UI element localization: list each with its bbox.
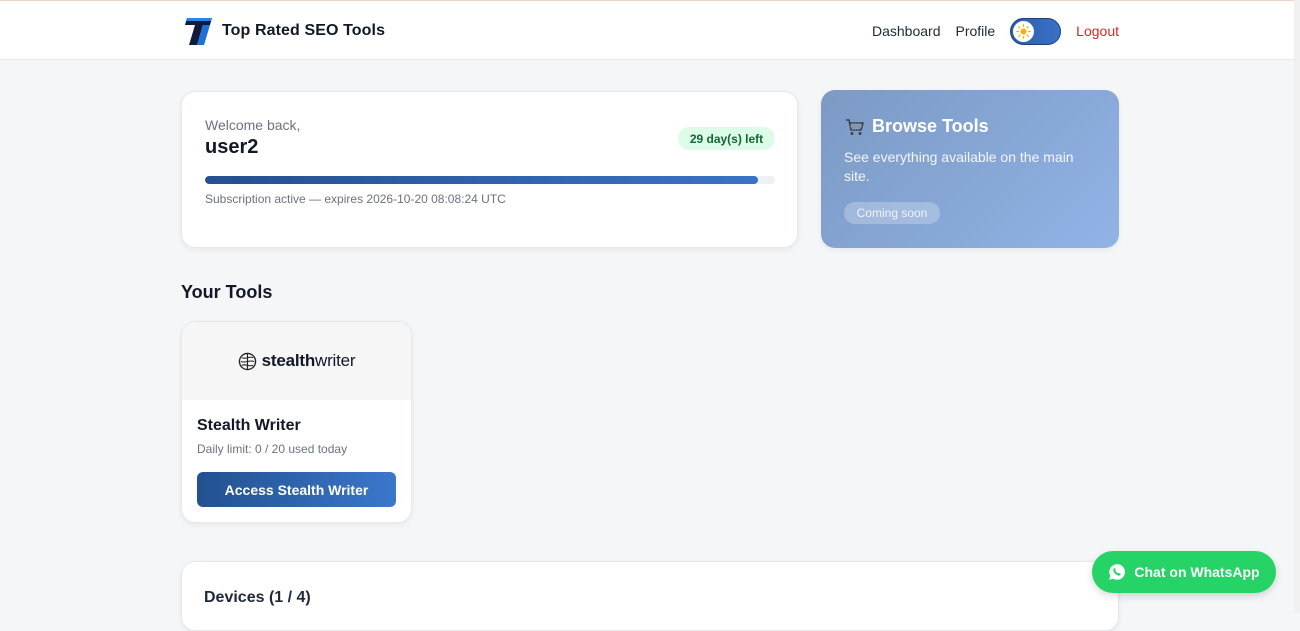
tool-daily-limit: Daily limit: 0 / 20 used today (197, 442, 348, 456)
wordmark-stealth: stealth (261, 351, 316, 370)
devices-card: Devices (1 / 4) (181, 561, 1119, 631)
brand-t-logo-icon (185, 18, 212, 45)
brand-name: Top Rated SEO Tools (222, 22, 386, 39)
browse-tools-title: Browse Tools (845, 116, 989, 137)
username: user2 (205, 136, 259, 158)
days-left-badge: 29 day(s) left (678, 127, 775, 150)
cart-icon (846, 118, 864, 135)
theme-toggle-knob (1013, 20, 1035, 42)
theme-toggle[interactable] (1010, 17, 1062, 45)
wordmark-writer: writer (315, 351, 356, 370)
sun-icon (1016, 23, 1032, 39)
subscription-progress-fill (205, 176, 758, 184)
chat-on-whatsapp-button[interactable]: Chat on WhatsApp (1092, 551, 1276, 593)
access-stealth-writer-button[interactable]: Access Stealth Writer (197, 472, 396, 507)
browse-tools-card: Browse Tools See everything available on… (821, 90, 1119, 248)
brand[interactable]: Top Rated SEO Tools (184, 15, 385, 47)
top-navbar: Top Rated SEO Tools Dashboard Profile Lo… (0, 0, 1300, 60)
tool-name: Stealth Writer (197, 417, 301, 434)
subscription-status-text: Subscription active — expires 2026-10-20… (205, 192, 506, 206)
browse-tools-description: See everything available on the main sit… (844, 149, 1074, 184)
nav-logout-link[interactable]: Logout (1076, 23, 1119, 39)
tool-card-stealth-writer: stealthwriter Stealth Writer Daily limit… (181, 321, 412, 523)
stealth-writer-brain-icon (238, 352, 256, 370)
devices-heading: Devices (1 / 4) (204, 589, 311, 606)
stealth-writer-wordmark: stealthwriter (262, 351, 356, 371)
welcome-label: Welcome back, (205, 117, 301, 133)
stealth-writer-logo: stealthwriter (182, 322, 411, 400)
nav-dashboard-link[interactable]: Dashboard (872, 23, 941, 39)
browse-tools-title-text: Browse Tools (872, 116, 989, 136)
coming-soon-badge: Coming soon (844, 202, 940, 224)
whatsapp-button-label: Chat on WhatsApp (1134, 564, 1260, 580)
whatsapp-icon (1109, 564, 1126, 580)
page-scrollbar[interactable] (1294, 0, 1300, 613)
welcome-card: Welcome back, user2 29 day(s) left Subsc… (181, 91, 798, 248)
your-tools-heading: Your Tools (181, 282, 273, 302)
main-nav: Dashboard Profile Logout (872, 16, 1119, 46)
subscription-progress-bar (205, 176, 775, 184)
nav-profile-link[interactable]: Profile (955, 23, 995, 39)
